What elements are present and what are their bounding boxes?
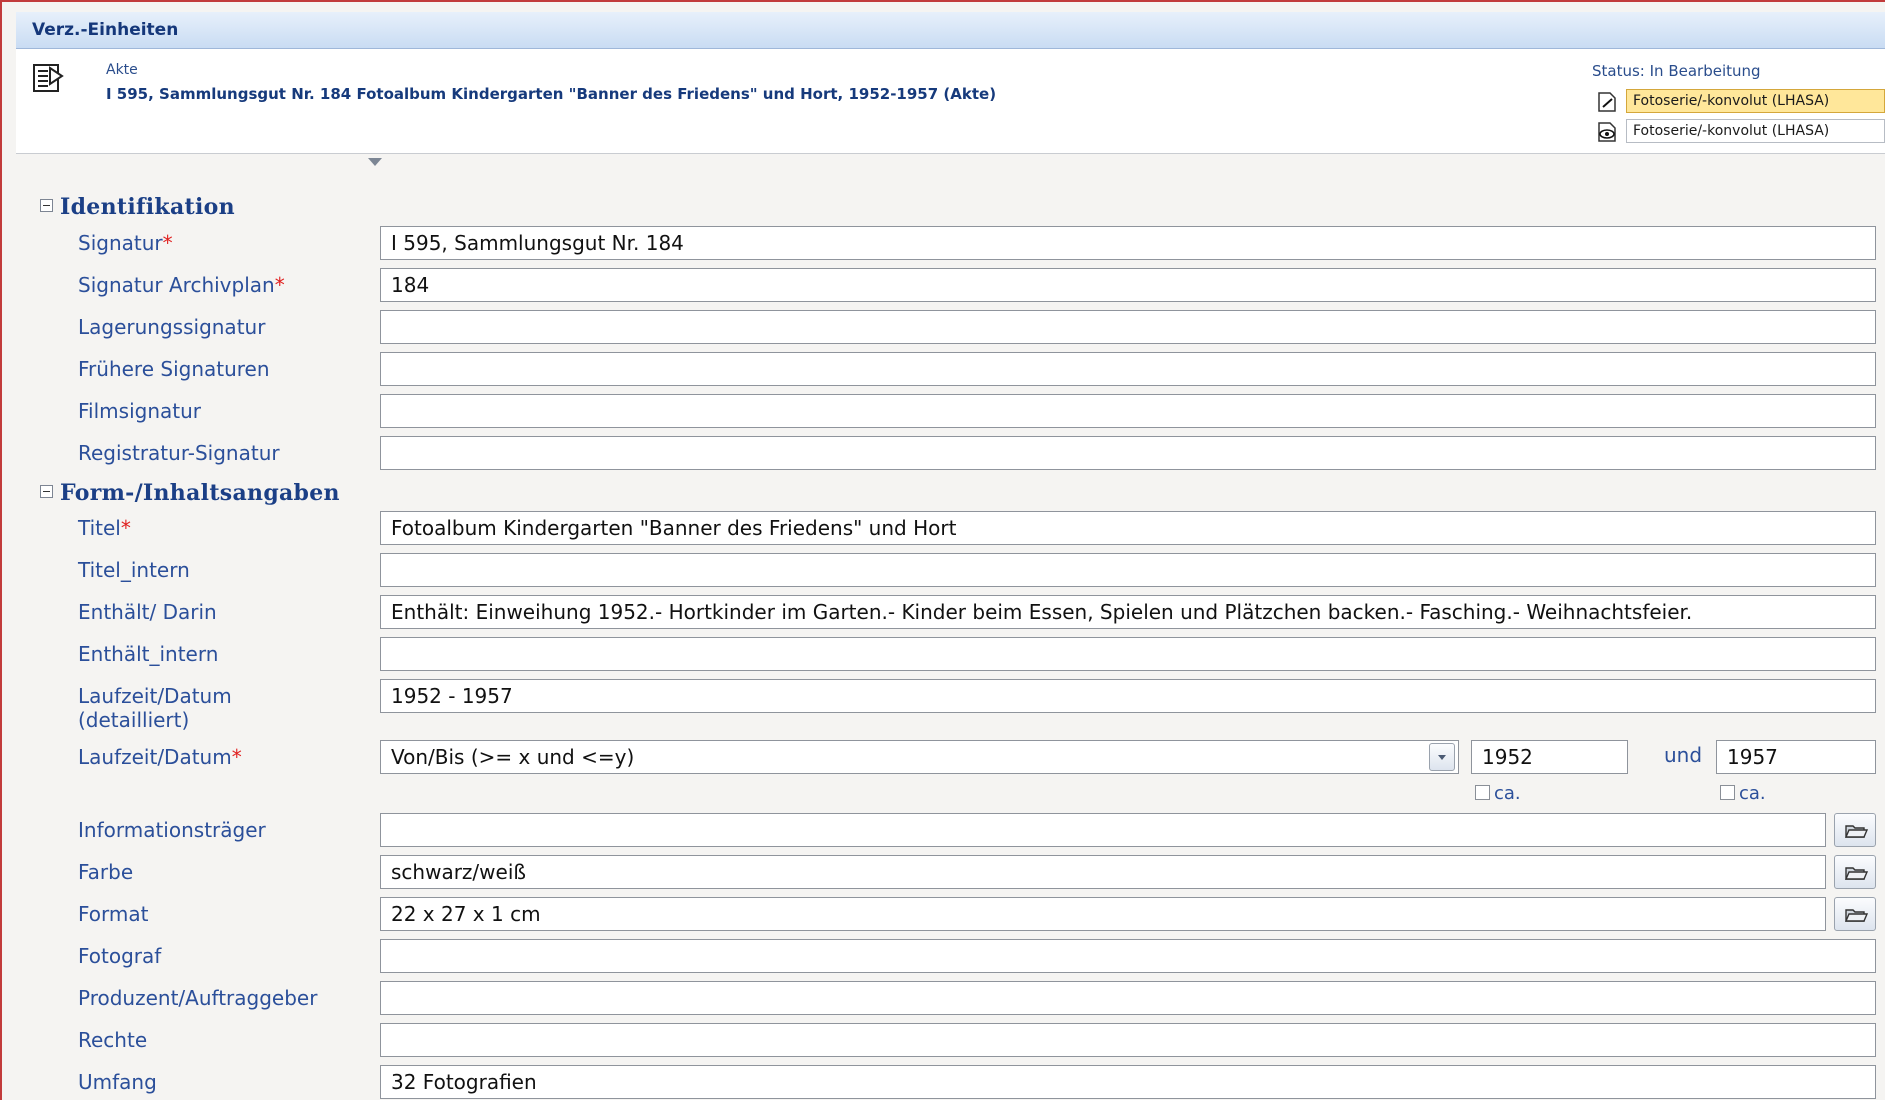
template-view-field[interactable]: Fotoserie/-konvolut (LHASA): [1626, 119, 1885, 143]
label-laufzeit-detailliert: Laufzeit/Datum (detailliert): [78, 684, 232, 732]
label-rechte: Rechte: [78, 1028, 148, 1052]
fotograf-field[interactable]: [380, 939, 1876, 973]
window-titlebar: Verz.-Einheiten: [16, 12, 1885, 49]
laufzeit-detailliert-field[interactable]: 1952 - 1957: [380, 679, 1876, 713]
record-title: I 595, Sammlungsgut Nr. 184 Fotoalbum Ki…: [106, 85, 997, 103]
label-signatur: Signatur*: [78, 231, 173, 255]
collapse-toggle-icon[interactable]: [40, 199, 53, 212]
folder-open-icon: [1844, 867, 1869, 880]
section-title: Identifikation: [60, 194, 235, 220]
folder-open-icon: [1844, 825, 1869, 838]
view-document-icon: [1598, 122, 1616, 142]
label-fruehere-signaturen: Frühere Signaturen: [78, 357, 270, 381]
registratur-signatur-field[interactable]: [380, 436, 1876, 470]
folder-open-icon: [1844, 909, 1869, 922]
lagerungssignatur-field[interactable]: [380, 310, 1876, 344]
label-registratur-signatur: Registratur-Signatur: [78, 441, 280, 465]
picker-button[interactable]: [1834, 813, 1876, 847]
status-label: Status: In Bearbeitung: [1592, 62, 1761, 80]
form-frame: [0, 0, 1885, 1100]
fruehere-signaturen-field[interactable]: [380, 352, 1876, 386]
checkbox-icon[interactable]: [1720, 785, 1735, 800]
rechte-field[interactable]: [380, 1023, 1876, 1057]
label-signatur-archivplan: Signatur Archivplan*: [78, 273, 285, 297]
label-lagerungssignatur: Lagerungssignatur: [78, 315, 266, 339]
laufzeit-from-field[interactable]: 1952: [1471, 740, 1628, 774]
collapse-header-icon[interactable]: [368, 158, 382, 166]
laufzeit-to-field[interactable]: 1957: [1716, 740, 1876, 774]
titel-field[interactable]: Fotoalbum Kindergarten "Banner des Fried…: [380, 511, 1876, 545]
farbe-field[interactable]: schwarz/weiß: [380, 855, 1826, 889]
label-fotograf: Fotograf: [78, 944, 162, 968]
label-produzent: Produzent/Auftraggeber: [78, 986, 318, 1010]
ca-from-checkbox[interactable]: ca.: [1475, 783, 1521, 804]
template-row-edit[interactable]: Fotoserie/-konvolut (LHASA): [1596, 89, 1885, 115]
template-edit-field[interactable]: Fotoserie/-konvolut (LHASA): [1626, 89, 1885, 113]
label-umfang: Umfang: [78, 1070, 157, 1094]
produzent-field[interactable]: [380, 981, 1876, 1015]
titel-intern-field[interactable]: [380, 553, 1876, 587]
document-icon: [33, 64, 64, 92]
section-identifikation[interactable]: Identifikation: [40, 194, 235, 220]
und-label: und: [1664, 743, 1703, 767]
filmsignatur-field[interactable]: [380, 394, 1876, 428]
collapse-toggle-icon[interactable]: [40, 485, 53, 498]
window-title: Verz.-Einheiten: [32, 20, 179, 40]
template-row-view[interactable]: Fotoserie/-konvolut (LHASA): [1596, 119, 1885, 145]
chevron-down-icon[interactable]: [1429, 743, 1455, 771]
label-informationstraeger: Informationsträger: [78, 818, 266, 842]
label-filmsignatur: Filmsignatur: [78, 399, 201, 423]
edit-document-icon: [1598, 92, 1616, 112]
picker-button[interactable]: [1834, 897, 1876, 931]
ca-to-checkbox[interactable]: ca.: [1720, 783, 1766, 804]
record-type-label: Akte: [106, 62, 138, 78]
label-titel: Titel*: [78, 516, 131, 540]
informationstraeger-field[interactable]: [380, 813, 1826, 847]
umfang-field[interactable]: 32 Fotografien: [380, 1065, 1876, 1099]
signatur-archivplan-field[interactable]: 184: [380, 268, 1876, 302]
signatur-field[interactable]: I 595, Sammlungsgut Nr. 184: [380, 226, 1876, 260]
checkbox-icon[interactable]: [1475, 785, 1490, 800]
laufzeit-mode-select[interactable]: Von/Bis (>= x und <=y): [380, 740, 1459, 774]
label-enthaelt-intern: Enthält_intern: [78, 642, 219, 666]
picker-button[interactable]: [1834, 855, 1876, 889]
label-farbe: Farbe: [78, 860, 134, 884]
section-title: Form-/Inhaltsangaben: [60, 480, 340, 506]
label-format: Format: [78, 902, 149, 926]
section-inhaltsangaben[interactable]: Form-/Inhaltsangaben: [40, 480, 340, 506]
label-titel-intern: Titel_intern: [78, 558, 190, 582]
enthaelt-darin-field[interactable]: Enthält: Einweihung 1952.- Hortkinder im…: [380, 595, 1876, 629]
format-field[interactable]: 22 x 27 x 1 cm: [380, 897, 1826, 931]
label-enthaelt-darin: Enthält/ Darin: [78, 600, 217, 624]
label-laufzeit-datum: Laufzeit/Datum*: [78, 745, 242, 769]
enthaelt-intern-field[interactable]: [380, 637, 1876, 671]
